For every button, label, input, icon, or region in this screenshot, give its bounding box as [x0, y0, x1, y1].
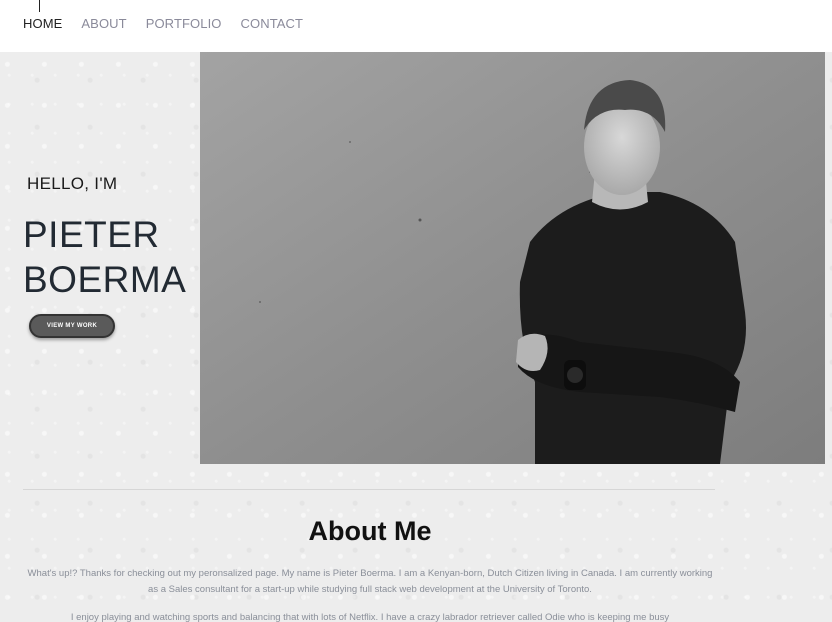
top-nav: HOME ABOUT PORTFOLIO CONTACT — [0, 0, 832, 52]
hero-portrait-photo — [200, 52, 825, 464]
about-paragraph-2: I enjoy playing and watching sports and … — [70, 612, 670, 622]
hero-greeting: HELLO, I'M — [27, 174, 118, 193]
nav-menu: HOME ABOUT PORTFOLIO CONTACT — [23, 16, 303, 31]
view-my-work-button[interactable]: VIEW MY WORK — [29, 314, 115, 338]
portrait-illustration — [200, 52, 825, 464]
about-title: About Me — [308, 516, 432, 546]
about-paragraph-1: What's up!? Thanks for checking out my p… — [27, 568, 713, 595]
hero-last-name: BOERMA — [23, 259, 187, 300]
nav-about-link[interactable]: ABOUT — [81, 16, 126, 31]
nav-home-link[interactable]: HOME — [23, 16, 62, 31]
page: HOME ABOUT PORTFOLIO CONTACT HELLO, I'M … — [0, 0, 832, 622]
main-content: HELLO, I'M PIETER BOERMA VIEW MY WORK Ab… — [0, 52, 832, 622]
nav-contact-link[interactable]: CONTACT — [241, 16, 304, 31]
hero-first-name: PIETER — [23, 214, 160, 255]
nav-portfolio-link[interactable]: PORTFOLIO — [146, 16, 222, 31]
text-cursor — [39, 0, 40, 12]
hero-name: PIETER BOERMA — [23, 212, 186, 302]
section-divider — [23, 489, 715, 490]
